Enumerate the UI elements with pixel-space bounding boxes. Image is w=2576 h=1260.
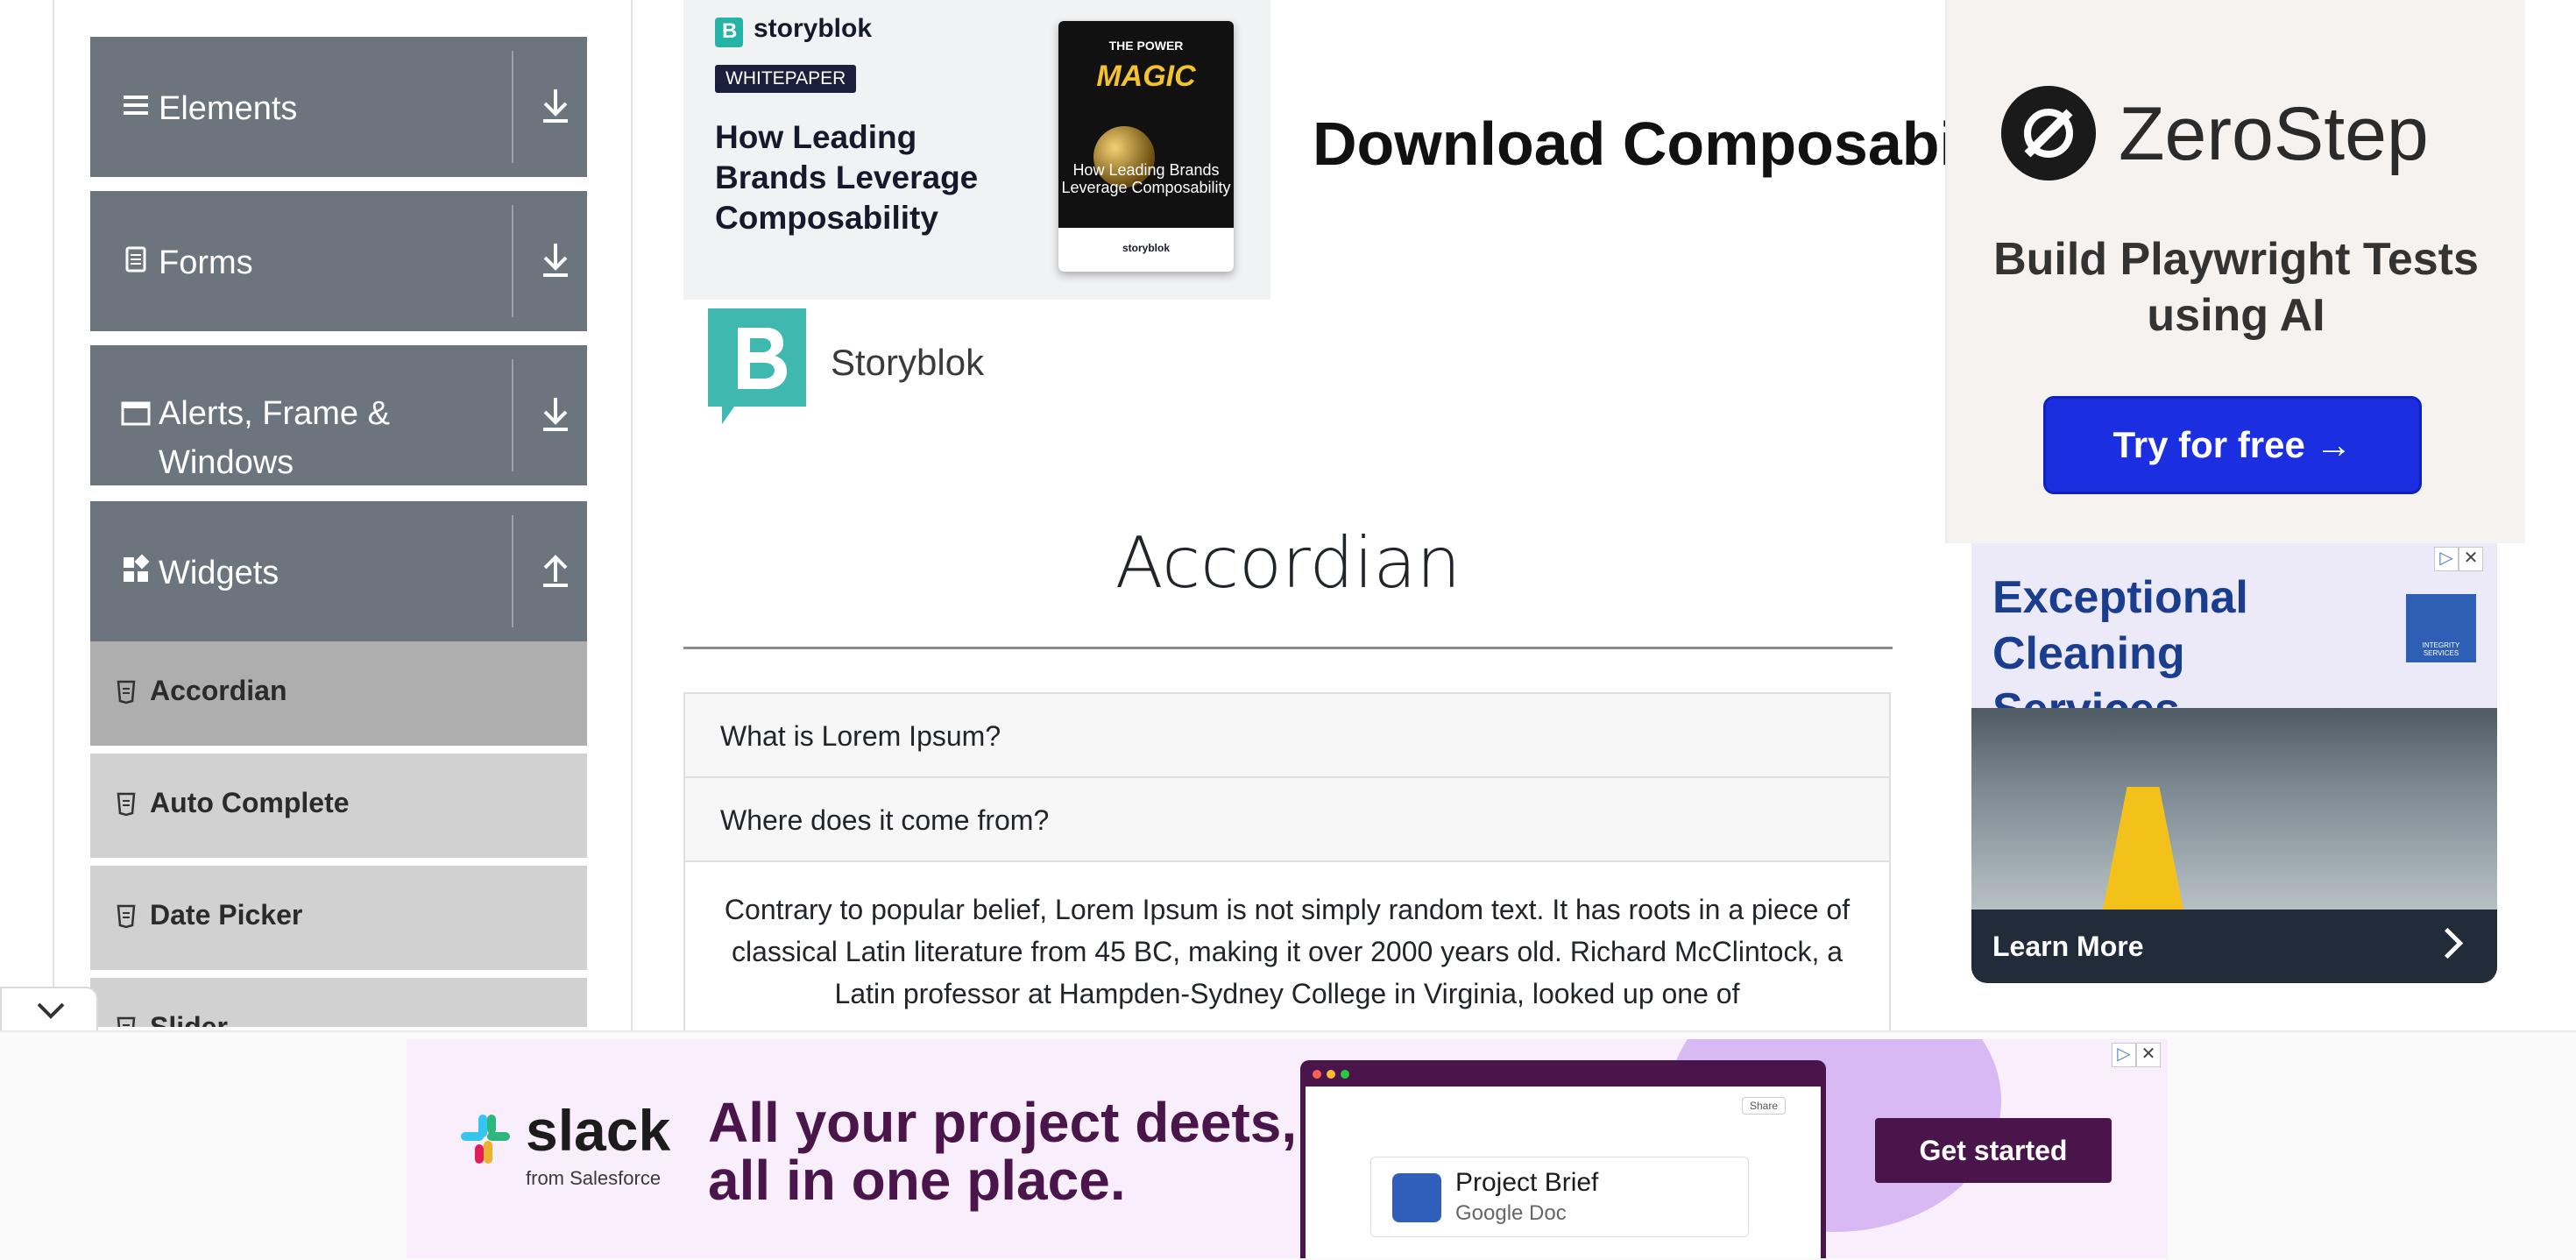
accordion-header-where-does-it-come-from[interactable]: Where does it come from? bbox=[685, 778, 1889, 862]
cleaning-photo bbox=[1971, 708, 2497, 910]
sidebar-group-elements[interactable]: Elements bbox=[90, 37, 587, 177]
slack-ad[interactable]: slack from Salesforce All your project d… bbox=[407, 1039, 2168, 1258]
accordion-header-what-is-lorem-ipsum[interactable]: What is Lorem Ipsum? bbox=[685, 694, 1889, 778]
html5-icon bbox=[117, 792, 136, 817]
sidebar-group-label: Elements bbox=[159, 90, 298, 127]
slack-window-mock: Share Project Brief Google Doc bbox=[1300, 1060, 1826, 1258]
sidebar-group-widgets[interactable]: Widgets bbox=[90, 501, 587, 641]
google-doc-icon bbox=[1392, 1173, 1441, 1222]
learn-more-label: Learn More bbox=[1992, 931, 2144, 962]
doc-title: Project Brief bbox=[1455, 1168, 1599, 1197]
learn-more-button[interactable]: Learn More bbox=[1971, 910, 2497, 983]
zerostep-ad[interactable]: ZeroStep Build Playwright Tests using AI… bbox=[1945, 0, 2525, 543]
sidebar-group-label: Alerts, Frame & bbox=[159, 395, 390, 432]
sidebar-item-slider[interactable]: Slider bbox=[90, 978, 587, 1030]
storyblok-name: Storyblok bbox=[831, 342, 985, 383]
doc-card: Project Brief Google Doc bbox=[1370, 1157, 1749, 1237]
hamburger-icon bbox=[124, 96, 148, 115]
book-magic-text: MAGIC bbox=[1096, 60, 1196, 93]
html5-icon bbox=[117, 1016, 136, 1027]
book-footer: storyblok bbox=[1058, 228, 1234, 272]
html5-icon bbox=[117, 680, 136, 704]
chevron-right-icon bbox=[2431, 927, 2464, 959]
sidebar-item-label: Accordian bbox=[150, 675, 287, 706]
download-icon[interactable] bbox=[535, 237, 576, 284]
book-footer-brand: storyblok bbox=[1122, 242, 1170, 254]
book-title: How Leading Brands Leverage Composabilit… bbox=[1061, 161, 1231, 196]
divider bbox=[512, 515, 513, 627]
accordion-header-text: Where does it come from? bbox=[720, 804, 1050, 836]
slack-brand: slack bbox=[526, 1098, 671, 1163]
get-started-button[interactable]: Get started bbox=[1875, 1118, 2112, 1183]
download-icon[interactable] bbox=[535, 82, 576, 130]
chevron-down-icon bbox=[37, 1002, 65, 1019]
zerostep-brand: ZeroStep bbox=[2119, 92, 2429, 176]
try-for-free-button[interactable]: Try for free → bbox=[2043, 396, 2422, 494]
adchoices-icon[interactable]: ▷ bbox=[2112, 1043, 2136, 1067]
close-ad-icon[interactable]: ✕ bbox=[2136, 1043, 2161, 1067]
book-top-text: THE POWER bbox=[1108, 39, 1184, 53]
sidebar-group-forms[interactable]: Forms bbox=[90, 191, 587, 331]
page-title: Accordian bbox=[1115, 522, 1461, 604]
sidebar-item-label: Date Picker bbox=[150, 899, 303, 931]
slack-logo-icon bbox=[461, 1115, 510, 1164]
sidebar-group-label: Forms bbox=[159, 244, 253, 281]
widgets-icon bbox=[124, 554, 150, 582]
sidebar-group-label-line2: Windows bbox=[159, 444, 294, 481]
wet-floor-sign bbox=[2103, 787, 2183, 910]
divider bbox=[512, 359, 513, 471]
sidebar-item-auto-complete[interactable]: Auto Complete bbox=[90, 754, 587, 861]
whitepaper-badge: WHITEPAPER bbox=[715, 65, 857, 93]
storyblok-logo-icon bbox=[715, 18, 743, 47]
integrity-logo-text: INTEGRITY SERVICES bbox=[2422, 641, 2460, 657]
sidebar-item-label: Slider bbox=[150, 1011, 228, 1030]
doc-subtitle: Google Doc bbox=[1455, 1201, 1567, 1225]
zerostep-logo-icon bbox=[2001, 86, 2096, 181]
zerostep-tagline: Build Playwright Tests using AI bbox=[1993, 234, 2479, 341]
accordion: What is Lorem Ipsum? Where does it come … bbox=[683, 692, 1891, 1034]
sidebar-item-label: Auto Complete bbox=[150, 787, 350, 818]
integrity-logo: INTEGRITY SERVICES bbox=[2406, 594, 2476, 662]
slack-headline: All your project deets, all in one place… bbox=[708, 1091, 1298, 1212]
sidebar-group-label: Widgets bbox=[159, 555, 280, 591]
document-icon bbox=[125, 246, 146, 273]
close-ad-icon[interactable]: ✕ bbox=[2459, 547, 2483, 571]
whitepaper-cover: THE POWER MAGIC How Leading Brands Lever… bbox=[1058, 21, 1234, 272]
title-divider bbox=[683, 647, 1893, 649]
ad-headline: How Leading Brands Leverage Composabilit… bbox=[715, 119, 979, 236]
html5-icon bbox=[117, 904, 136, 929]
cleaning-ad[interactable]: Exceptional Cleaning Services INTEGRITY … bbox=[1971, 543, 2497, 983]
sidebar-item-date-picker[interactable]: Date Picker bbox=[90, 866, 587, 973]
ad-brand: storyblok bbox=[754, 14, 873, 43]
slack-brand-sub: from Salesforce bbox=[526, 1167, 662, 1189]
divider bbox=[512, 51, 513, 163]
storyblok-ad[interactable]: storyblok WHITEPAPER How Leading Brands … bbox=[683, 0, 1945, 300]
accordion-body-text: Contrary to popular belief, Lorem Ipsum … bbox=[724, 894, 1851, 1009]
download-icon[interactable] bbox=[535, 391, 576, 438]
divider bbox=[512, 205, 513, 317]
adchoices-icon[interactable]: ▷ bbox=[2434, 547, 2459, 571]
window-icon bbox=[121, 401, 151, 426]
sidebar-item-accordian[interactable]: Accordian bbox=[90, 641, 587, 749]
collapse-ad-button[interactable] bbox=[0, 987, 98, 1032]
window-dots bbox=[1313, 1067, 1355, 1083]
storyblok-logo-icon bbox=[708, 308, 806, 424]
share-button: Share bbox=[1741, 1097, 1786, 1115]
accordion-header-text: What is Lorem Ipsum? bbox=[720, 720, 1001, 752]
ad-left-panel: storyblok WHITEPAPER How Leading Brands … bbox=[683, 0, 1270, 300]
ad-cta-text[interactable]: Download Composabil bbox=[1313, 109, 1945, 179]
sidebar-group-alerts-frame-windows[interactable]: Alerts, Frame & Windows bbox=[90, 345, 587, 485]
upload-icon[interactable] bbox=[535, 547, 576, 594]
